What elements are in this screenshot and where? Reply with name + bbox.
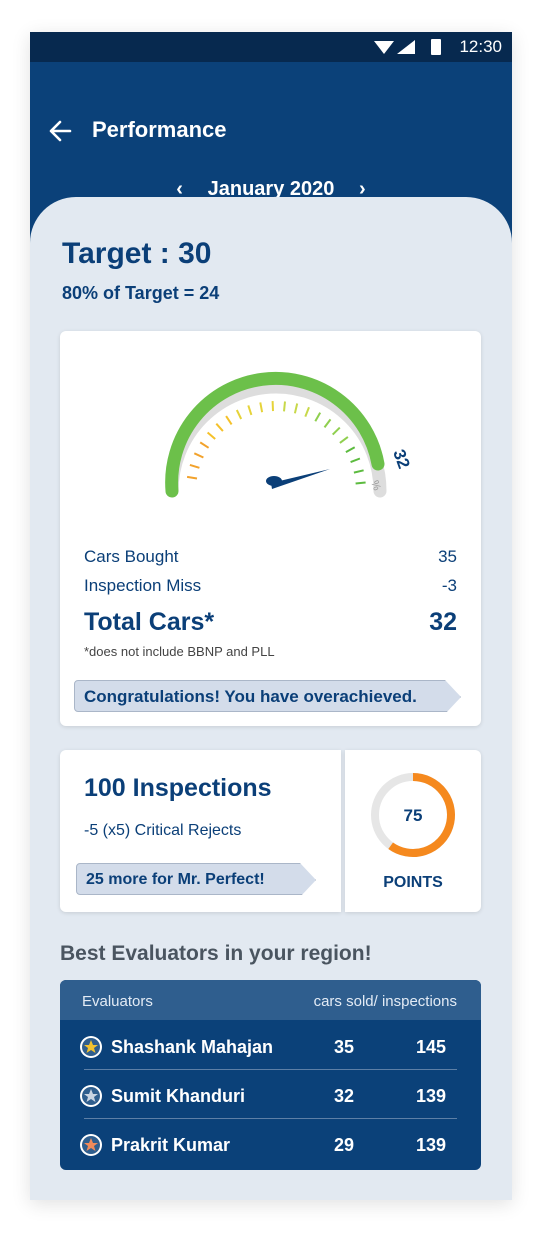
page-title: Performance (92, 117, 227, 142)
gauge-tick (235, 409, 243, 420)
gauge-tick (189, 463, 200, 469)
gauge-tick (323, 418, 332, 429)
inspection-miss-row: Inspection Miss -3 (84, 576, 457, 596)
gauge-tick (314, 412, 322, 422)
table-row[interactable]: Sumit Khanduri 32 139 (60, 1071, 481, 1119)
star-icon (80, 1134, 102, 1156)
target-title: Target : 30 (62, 237, 212, 270)
cars-bought-value: 35 (438, 547, 457, 566)
points-donut: 75 (371, 773, 455, 857)
mr-perfect-banner: 25 more for Mr. Perfect! (76, 863, 316, 897)
points-value: 75 (404, 806, 423, 825)
table-row[interactable]: Shashank Mahajan 35 145 (60, 1022, 481, 1070)
gauge-tick (199, 441, 210, 449)
total-cars-row: Total Cars* 32 (84, 608, 457, 637)
table-row[interactable]: Prakrit Kumar 29 139 (60, 1120, 481, 1168)
evaluator-name: Sumit Khanduri (111, 1086, 245, 1106)
evaluator-inspections: 139 (416, 1086, 447, 1106)
col-stats: cars sold/ inspections (313, 993, 457, 1010)
back-arrow-icon[interactable] (48, 118, 74, 144)
status-icons (374, 39, 441, 55)
gauge-tick (304, 406, 310, 417)
gauge-tick (247, 405, 253, 416)
gauge-tick (215, 423, 224, 432)
evaluator-inspections: 145 (416, 1037, 447, 1057)
evaluator-sold: 35 (334, 1037, 355, 1057)
performance-card: 32 % Cars Bought 35 Inspection Miss -3 T… (60, 331, 481, 726)
target-subtitle: 80% of Target = 24 (62, 283, 220, 303)
total-cars-label: Total Cars* (84, 608, 215, 636)
table-header: Evaluators cars sold/ inspections (60, 980, 481, 1020)
gauge-tick (345, 446, 356, 453)
col-evaluators: Evaluators (82, 993, 153, 1010)
gauge-tick (353, 469, 364, 474)
inspection-miss-value: -3 (441, 576, 457, 595)
gauge-tick (293, 403, 299, 414)
inspection-miss-label: Inspection Miss (84, 576, 202, 595)
gauge-tick (193, 452, 204, 459)
total-cars-value: 32 (429, 608, 457, 636)
cars-bought-label: Cars Bought (84, 547, 179, 566)
gauge-tick (350, 457, 361, 464)
total-footnote: *does not include BBNP and PLL (84, 644, 275, 659)
evaluator-inspections: 139 (416, 1135, 447, 1155)
inspections-card: 100 Inspections -5 (x5) Critical Rejects… (60, 750, 341, 912)
gauge-tick (283, 401, 286, 412)
evaluator-sold: 29 (334, 1135, 355, 1155)
gauge-tick (331, 426, 341, 436)
battery-icon (431, 39, 441, 55)
content-panel: Target : 30 80% of Target = 24 32 % Cars… (30, 197, 512, 1200)
mr-perfect-text: 25 more for Mr. Perfect! (86, 871, 265, 888)
gauge-fill (165, 371, 385, 498)
row-divider (84, 1118, 457, 1119)
evaluator-name: Shashank Mahajan (111, 1037, 274, 1057)
wifi-icon (374, 41, 394, 54)
gauge-tick (186, 475, 198, 480)
star-icon (80, 1085, 102, 1107)
gauge-tick (355, 481, 366, 485)
star-icon (80, 1036, 102, 1058)
inspections-title: 100 Inspections (84, 774, 272, 802)
cars-bought-row: Cars Bought 35 (84, 547, 457, 567)
evaluator-name: Prakrit Kumar (111, 1135, 231, 1155)
status-time: 12:30 (459, 37, 502, 56)
banner-notch (445, 680, 461, 714)
row-divider (84, 1069, 457, 1070)
gauge-tick (206, 431, 216, 440)
signal-icon (397, 40, 415, 54)
gauge-needle-hub (266, 476, 282, 486)
gauge-tick (339, 436, 349, 444)
banner-notch (300, 863, 316, 897)
gauge-tick (225, 415, 233, 425)
best-evaluators-title: Best Evaluators in your region! (60, 942, 372, 965)
phone-screen: 12:30 Performance ‹ January 2020 › Target … (30, 32, 512, 1200)
points-card: 75 POINTS (345, 750, 481, 912)
performance-gauge: 32 % (165, 371, 414, 498)
congrats-text: Congratulations! You have overachieved. (84, 687, 417, 706)
critical-rejects: -5 (x5) Critical Rejects (84, 822, 242, 839)
gauge-value: 32 (389, 447, 413, 471)
points-label: POINTS (383, 874, 443, 891)
status-bar: 12:30 (30, 32, 512, 62)
gauge-tick (259, 402, 264, 413)
congrats-banner: Congratulations! You have overachieved. (74, 680, 461, 714)
evaluator-sold: 32 (334, 1086, 355, 1106)
evaluators-table: Evaluators cars sold/ inspections Shasha… (60, 980, 481, 1170)
